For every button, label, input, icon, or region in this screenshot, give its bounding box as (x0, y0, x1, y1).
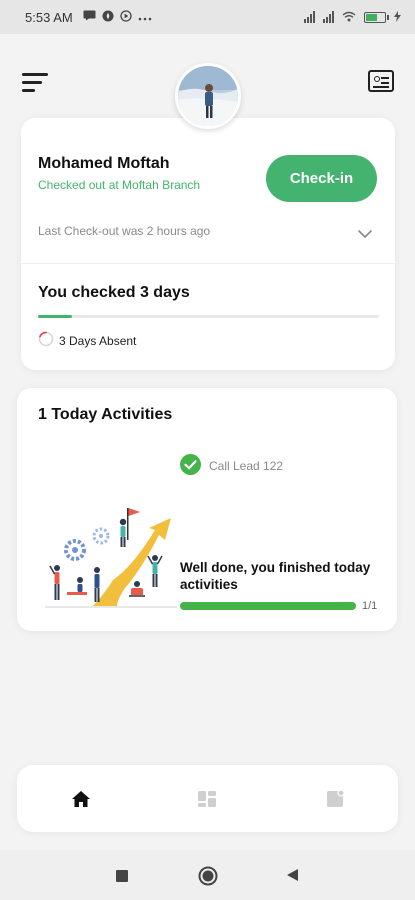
checkin-card: Mohamed Moftah Checked out at Moftah Bra… (21, 118, 395, 370)
avatar-photo (178, 66, 238, 126)
checkin-button[interactable]: Check-in (266, 155, 377, 202)
wifi-icon (342, 10, 356, 25)
activities-count: 1/1 (362, 600, 378, 612)
status-time: 5:53 AM (25, 9, 73, 25)
home-circle-icon[interactable] (198, 866, 218, 891)
activities-card: 1 Today Activities Call Lead 122 Well do… (17, 388, 397, 631)
dashboard-icon[interactable] (193, 785, 221, 813)
status-bar: 5:53 AM (0, 0, 415, 34)
checkout-status: Checked out at Moftah Branch (38, 178, 201, 192)
chevron-down-icon[interactable] (357, 226, 373, 240)
recents-icon[interactable] (116, 869, 128, 887)
more-icon (138, 10, 152, 24)
charging-icon (394, 10, 401, 25)
activities-progress (180, 602, 356, 610)
media-icon (120, 9, 132, 25)
notes-icon[interactable] (321, 785, 349, 813)
absent-row: 3 Days Absent (38, 331, 136, 350)
activity-item[interactable]: Call Lead 122 (180, 454, 283, 478)
home-icon[interactable] (67, 785, 95, 813)
check-circle-icon (180, 454, 201, 478)
user-name: Mohamed Moftah (38, 155, 170, 172)
system-navigation-bar (0, 850, 415, 900)
avatar[interactable] (175, 63, 241, 129)
back-icon[interactable] (286, 868, 299, 887)
bottom-nav (17, 765, 398, 832)
signal-icon (304, 11, 315, 23)
id-card-icon[interactable] (368, 70, 394, 92)
checked-days-progress (38, 315, 379, 318)
battery-icon (364, 11, 389, 23)
checked-days-text: You checked 3 days (38, 284, 190, 301)
team-success-illustration (45, 508, 177, 608)
activities-progress-fill (180, 602, 356, 610)
absent-ring-icon (38, 331, 54, 350)
activities-title: 1 Today Activities (38, 406, 173, 423)
menu-icon[interactable] (22, 72, 48, 94)
divider (21, 263, 395, 264)
checked-days-progress-fill (38, 315, 73, 318)
message-icon (83, 10, 96, 24)
notification-icon (102, 10, 114, 25)
absent-text: 3 Days Absent (59, 333, 137, 348)
signal-icon (323, 11, 334, 23)
activity-item-label: Call Lead 122 (209, 459, 284, 473)
completion-message: Well done, you finished today activities (180, 560, 371, 592)
last-checkout-text: Last Check-out was 2 hours ago (38, 224, 211, 238)
